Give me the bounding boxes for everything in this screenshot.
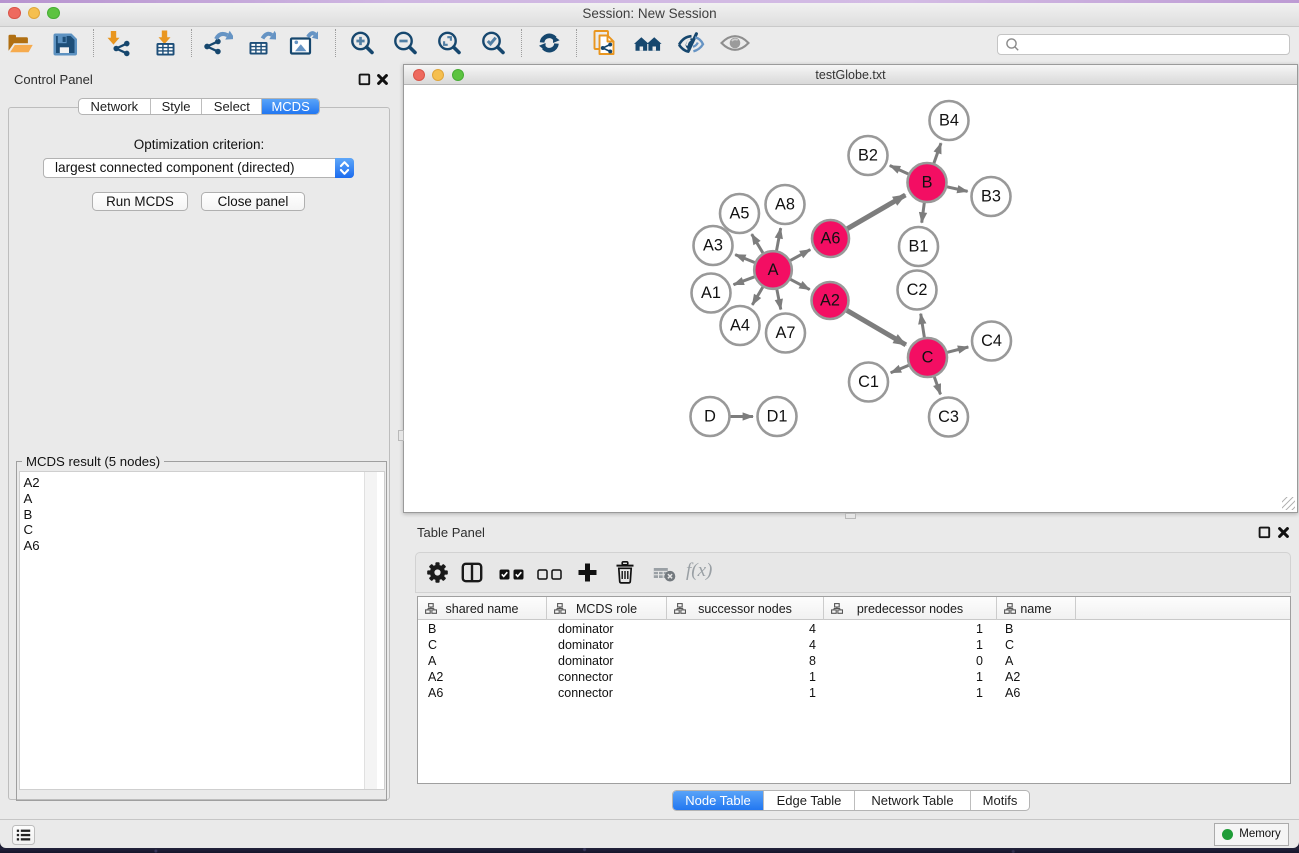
svg-text:B: B [922,174,933,192]
svg-text:B3: B3 [981,188,1001,206]
svg-text:A: A [768,261,779,279]
svg-text:A8: A8 [775,196,795,214]
svg-text:B1: B1 [909,238,929,256]
svg-text:A1: A1 [701,284,721,302]
svg-text:A3: A3 [703,237,723,255]
svg-text:D1: D1 [767,408,788,426]
svg-text:A7: A7 [776,324,796,342]
svg-text:A6: A6 [821,230,841,248]
svg-text:A2: A2 [820,292,840,310]
svg-text:B4: B4 [939,112,959,130]
svg-text:A5: A5 [730,205,750,223]
svg-text:D: D [704,408,716,426]
svg-text:C1: C1 [858,373,879,391]
svg-text:C4: C4 [981,332,1002,350]
svg-text:C2: C2 [907,281,928,299]
svg-text:C: C [922,349,934,367]
svg-text:C3: C3 [938,408,959,426]
svg-text:A4: A4 [730,317,750,335]
svg-text:B2: B2 [858,147,878,165]
